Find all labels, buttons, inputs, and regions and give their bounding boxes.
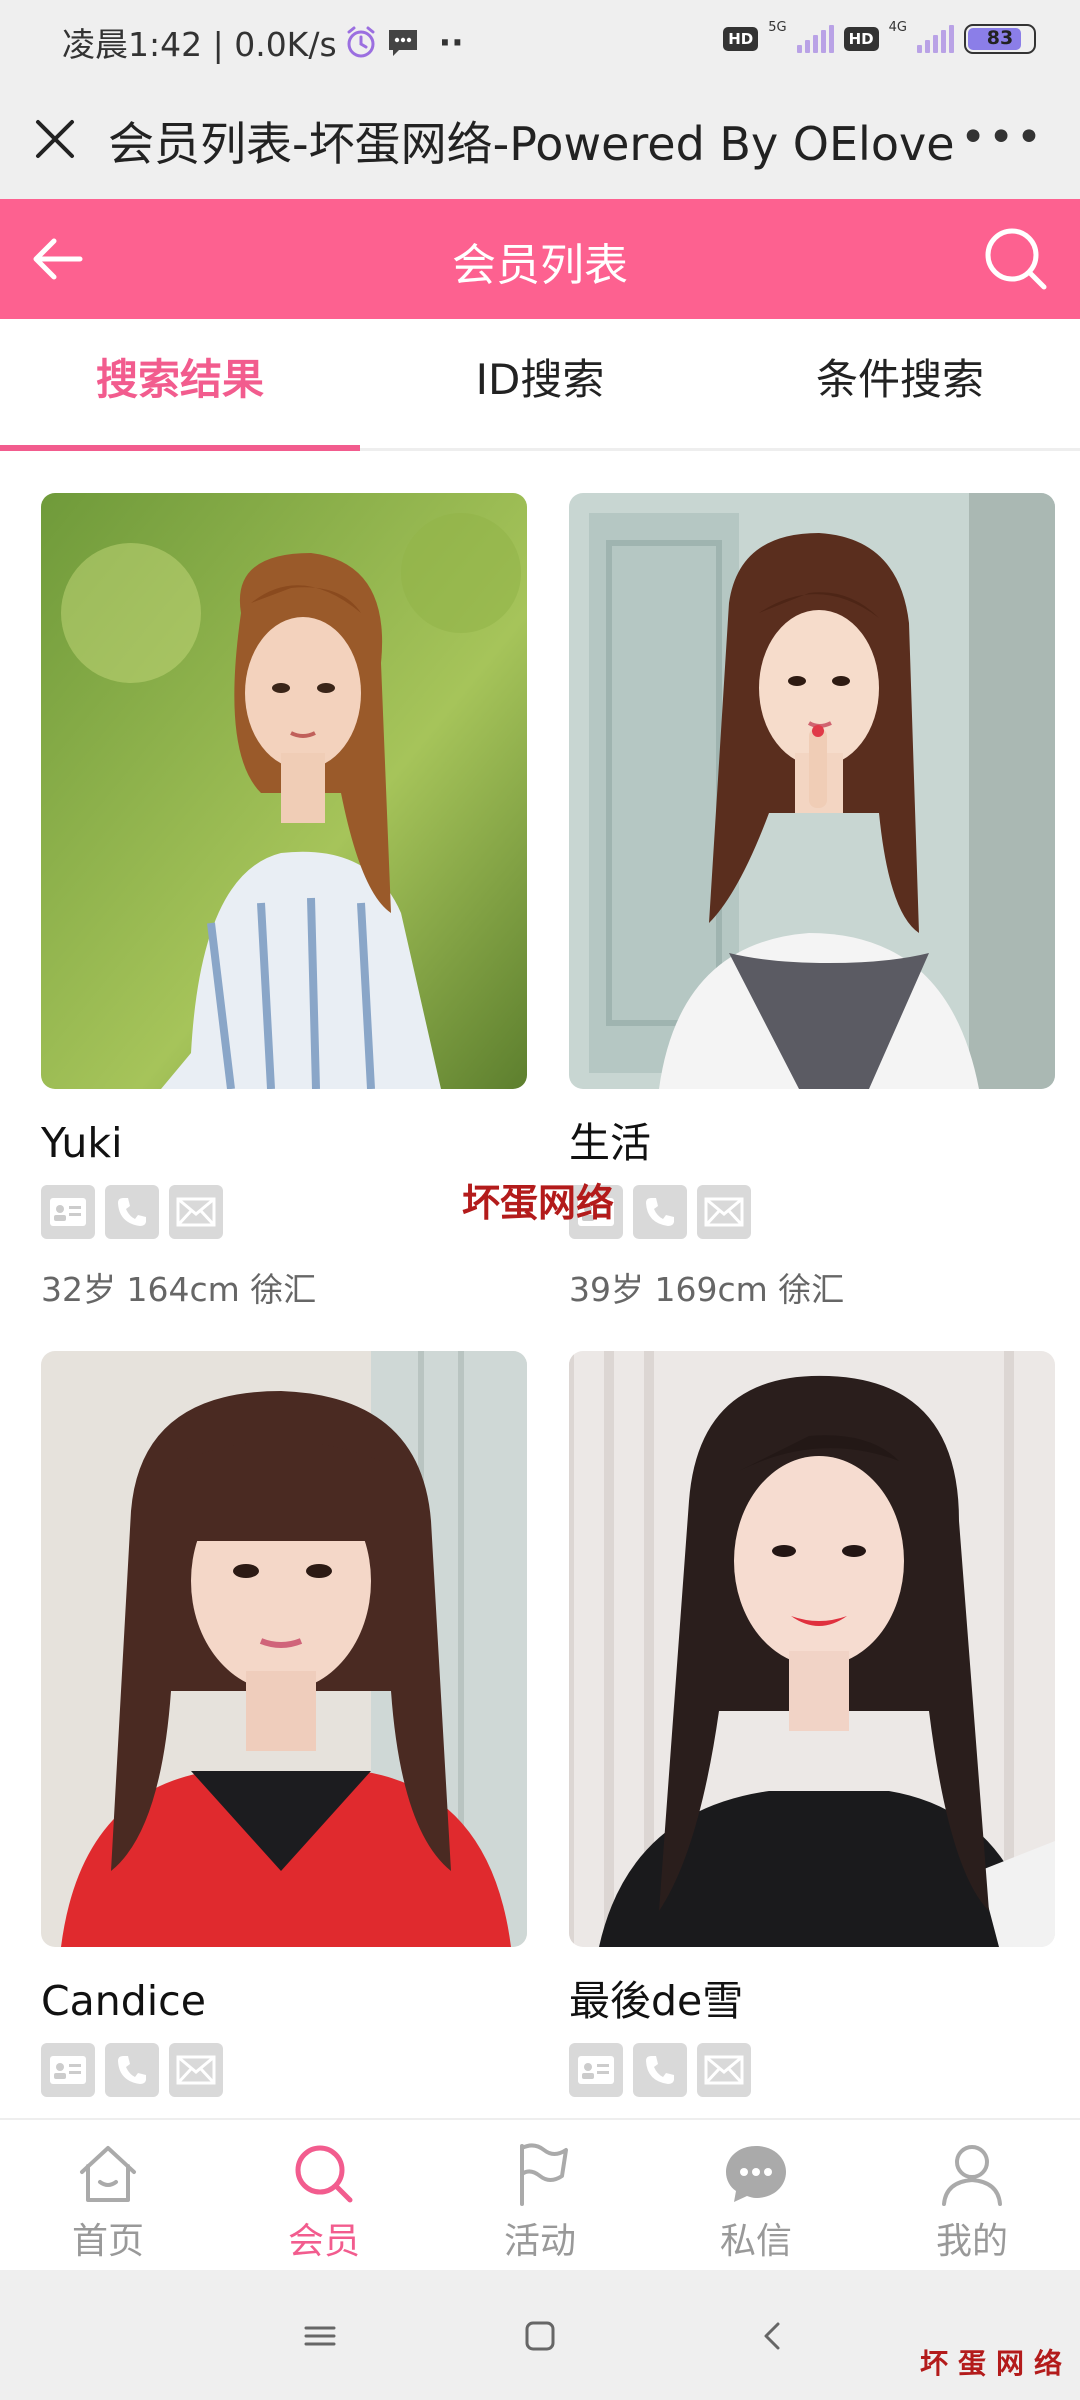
watermark-text: 坏蛋网络 [462, 1180, 615, 1225]
member-card[interactable]: Yuki 32岁 164cm 徐汇 [41, 493, 527, 1311]
member-photo[interactable] [41, 493, 527, 1089]
member-card[interactable]: Candice [41, 1351, 527, 2097]
corner-watermark: 坏蛋网络 [919, 2347, 1072, 2380]
member-name[interactable]: 生活 [569, 1115, 1055, 1171]
search-tabs: 搜索结果 ID搜索 条件搜索 [0, 319, 1080, 451]
signal-icon [796, 25, 834, 53]
member-name[interactable]: 最後de雪 [569, 1973, 1055, 2029]
system-nav-bar: 坏蛋网络 [0, 2270, 1080, 2400]
member-name[interactable]: Yuki [41, 1115, 527, 1171]
contact-icons [569, 1185, 1055, 1239]
nav-messages[interactable]: 私信 [648, 2120, 864, 2270]
browser-page-title: 会员列表-坏蛋网络-Powered By OElove [108, 117, 955, 171]
chat-icon [726, 2146, 786, 2202]
nav-activities[interactable]: 活动 [432, 2120, 648, 2270]
member-info: 32岁 164cm 徐汇 [41, 1270, 317, 1309]
member-card[interactable]: 生活 39岁 169cm 徐汇 [569, 493, 1055, 1311]
status-left: 凌晨1:42 | 0.0K/s ·· [62, 18, 464, 66]
signal-icon-2 [917, 25, 954, 53]
hd-badge: HD [723, 27, 759, 51]
mail-icon [697, 2043, 751, 2097]
id-card-icon [569, 2043, 623, 2097]
id-card-icon [41, 2043, 95, 2097]
tab-id-search[interactable]: ID搜索 [360, 319, 720, 448]
status-more-dots: ·· [438, 22, 464, 62]
nav-members-label: 会员 [287, 2221, 360, 2262]
member-info: 39岁 169cm 徐汇 [569, 1270, 845, 1309]
network-5g-label: 5G [768, 19, 787, 35]
close-icon[interactable] [30, 114, 80, 164]
battery-level: 83 [986, 27, 1014, 49]
id-card-icon [41, 1185, 95, 1239]
hd-badge-2: HD [843, 27, 879, 51]
phone-icon [633, 2043, 687, 2097]
member-name[interactable]: Candice [41, 1973, 527, 2029]
phone-icon [105, 1185, 159, 1239]
member-photo[interactable] [569, 1351, 1055, 1947]
page-title: 会员列表 [452, 240, 628, 291]
contact-icons [41, 2043, 527, 2097]
nav-messages-label: 私信 [719, 2221, 792, 2262]
member-photo[interactable] [569, 493, 1055, 1089]
browser-title-bar: 会员列表-坏蛋网络-Powered By OElove ••• [0, 86, 1080, 199]
nav-activities-label: 活动 [503, 2221, 576, 2262]
nav-profile-label: 我的 [935, 2221, 1008, 2262]
member-photo[interactable] [41, 1351, 527, 1947]
mail-icon [169, 2043, 223, 2097]
back-icon[interactable] [750, 2314, 794, 2358]
search-icon[interactable] [982, 225, 1050, 293]
network-4g-label: 4G [888, 19, 907, 35]
phone-icon [633, 1185, 687, 1239]
nav-home[interactable]: 首页 [0, 2120, 216, 2270]
contact-icons [41, 1185, 527, 1239]
nav-members[interactable]: 会员 [216, 2120, 432, 2270]
alarm-clock-icon [347, 26, 375, 58]
search-icon [295, 2145, 353, 2203]
mail-icon [169, 1185, 223, 1239]
app-header: 会员列表 [0, 199, 1080, 319]
user-icon [942, 2145, 1002, 2206]
phone-icon [105, 2043, 159, 2097]
nav-profile[interactable]: 我的 [864, 2120, 1080, 2270]
status-right: HD 5G HD 4G 83 [723, 20, 1036, 54]
status-time-speed: 凌晨1:42 | 0.0K/s [62, 25, 337, 64]
home-button-icon[interactable] [518, 2314, 562, 2358]
home-icon [80, 2146, 136, 2202]
tab-search-results[interactable]: 搜索结果 [0, 319, 360, 451]
menu-icon[interactable] [298, 2314, 342, 2358]
bottom-nav: 首页 会员 活动 私信 我的 [0, 2118, 1080, 2270]
message-icon [388, 30, 417, 56]
more-menu-button[interactable]: ••• [960, 112, 1044, 163]
mail-icon [697, 1185, 751, 1239]
status-bar: 凌晨1:42 | 0.0K/s ·· HD 5G HD 4G 83 [0, 0, 1080, 86]
nav-home-label: 首页 [71, 2221, 144, 2262]
flag-icon [520, 2143, 568, 2206]
tab-condition-search[interactable]: 条件搜索 [720, 319, 1080, 448]
member-card[interactable]: 最後de雪 [569, 1351, 1055, 2097]
contact-icons [569, 2043, 1055, 2097]
battery-icon: 83 [964, 24, 1036, 54]
